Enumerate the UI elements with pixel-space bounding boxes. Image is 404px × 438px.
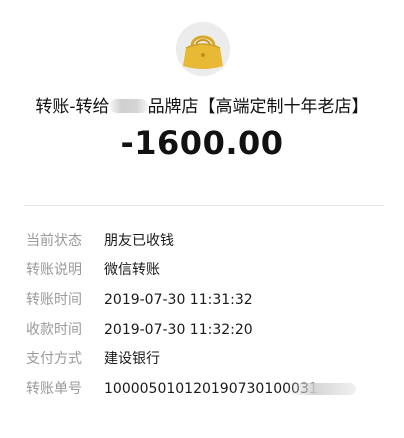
detail-label: 收款时间 [26, 322, 82, 338]
detail-row-transfer-time: 转账时间 2019-07-30 11:31:32 [0, 288, 404, 312]
detail-value: 建设银行 [104, 351, 160, 367]
detail-row-note: 转账说明 微信转账 [0, 258, 404, 282]
detail-row-transfer-number: 转账单号 100005010120190730100031 [0, 377, 404, 401]
detail-row-receive-time: 收款时间 2019-07-30 11:32:20 [0, 318, 404, 342]
detail-row-payment-method: 支付方式 建设银行 [0, 347, 404, 371]
merchant-title-suffix: 品牌店【高端定制十年老店】 [147, 97, 369, 117]
detail-label: 支付方式 [26, 351, 82, 367]
detail-value: 2019-07-30 11:31:32 [104, 292, 253, 308]
redacted-mark [286, 383, 356, 395]
detail-value: 微信转账 [104, 262, 160, 278]
detail-label: 当前状态 [26, 233, 82, 249]
detail-label: 转账时间 [26, 292, 82, 308]
detail-label: 转账单号 [26, 381, 82, 397]
merchant-title-prefix: 转账-转给 [35, 97, 110, 117]
detail-value: 2019-07-30 11:32:20 [104, 322, 253, 338]
merchant-avatar[interactable] [176, 22, 230, 76]
transfer-amount: -1600.00 [120, 124, 284, 162]
detail-row-status: 当前状态 朋友已收钱 [0, 229, 404, 253]
detail-value: 朋友已收钱 [104, 233, 174, 249]
redacted-mark [109, 99, 148, 113]
yellow-handbag-icon [176, 22, 230, 76]
merchant-title: 转账-转给 品牌店【高端定制十年老店】 [0, 92, 404, 117]
divider [24, 205, 384, 206]
detail-label: 转账说明 [26, 262, 82, 278]
